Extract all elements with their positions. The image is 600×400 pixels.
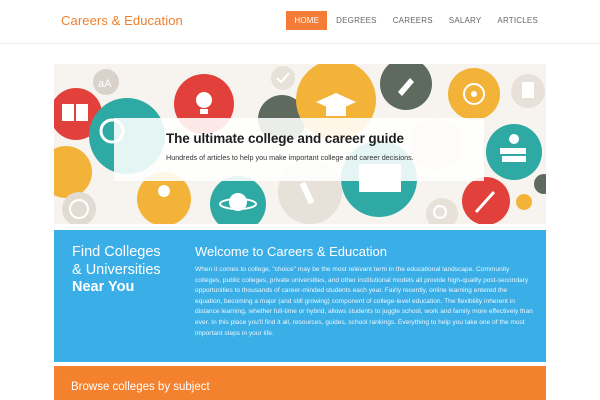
find-colleges-line2: & Universities	[72, 261, 161, 278]
document-icon	[522, 82, 534, 98]
books-apple-icon	[500, 148, 526, 154]
hero-caption: The ultimate college and career guide Hu…	[114, 118, 484, 181]
browse-section: Browse colleges by subject	[54, 366, 546, 400]
site-header: Careers & Education HOME DEGREES CAREERS…	[0, 0, 600, 44]
find-colleges-heading[interactable]: Find Colleges & Universities Near You	[72, 244, 190, 297]
find-colleges-line3: Near You	[72, 279, 135, 295]
award-icon	[158, 185, 170, 197]
intro-section: Find Colleges & Universities Near You We…	[54, 230, 546, 362]
book-icon	[62, 104, 74, 121]
main-nav: HOME DEGREES CAREERS SALARY ARTICLES	[286, 11, 546, 30]
page: Careers & Education HOME DEGREES CAREERS…	[0, 0, 600, 400]
site-logo[interactable]: Careers & Education	[61, 13, 183, 28]
welcome-title: Welcome to Careers & Education	[195, 244, 387, 259]
nav-home[interactable]: HOME	[286, 11, 328, 30]
nav-salary[interactable]: SALARY	[441, 11, 490, 30]
nav-degrees[interactable]: DEGREES	[328, 11, 385, 30]
font-icon: aA	[98, 78, 112, 90]
lightbulb-icon	[196, 92, 212, 108]
nav-careers[interactable]: CAREERS	[385, 11, 441, 30]
hero-title: The ultimate college and career guide	[166, 131, 404, 146]
hero-subtitle: Hundreds of articles to help you make im…	[166, 153, 414, 162]
hero-banner: aA The ultimate college and career guide…	[54, 64, 546, 224]
nav-articles[interactable]: ARTICLES	[489, 11, 546, 30]
welcome-body: When it comes to college, "choice" may b…	[195, 266, 533, 337]
find-colleges-line1: Find Colleges	[72, 244, 161, 260]
browse-title: Browse colleges by subject	[71, 381, 210, 393]
